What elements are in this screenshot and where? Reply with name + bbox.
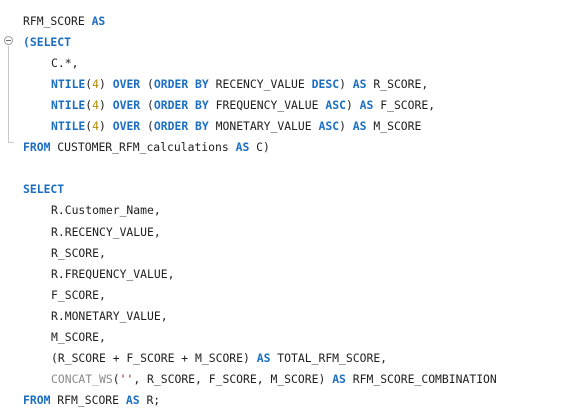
code-line[interactable]: (SELECT	[23, 34, 71, 50]
code-token-id: F_SCORE,	[373, 98, 436, 113]
code-token-kw: AS	[352, 119, 367, 134]
code-token-id: TOTAL_RFM_SCORE,	[270, 350, 388, 365]
code-token-id: R_SCORE,	[51, 245, 106, 260]
code-line[interactable]: R.FREQUENCY_VALUE,	[23, 266, 174, 282]
code-token-kw: NTILE	[51, 77, 86, 92]
code-token-id: )	[99, 77, 113, 92]
code-token-id: )	[339, 119, 353, 134]
code-token-id: R;	[139, 392, 161, 407]
code-token-id: (	[140, 77, 154, 92]
code-token-id: M_SCORE	[366, 119, 422, 134]
code-token-id: RECENCY_VALUE	[208, 77, 312, 92]
code-token-kw: NTILE	[51, 98, 86, 113]
code-line[interactable]: SELECT	[23, 181, 64, 197]
code-token-id: M_SCORE,	[51, 329, 106, 344]
code-token-id: RFM_SCORE_COMBINATION	[345, 371, 497, 386]
code-line[interactable]: NTILE(4) OVER (ORDER BY MONETARY_VALUE A…	[23, 118, 421, 134]
fold-guide-end	[8, 142, 14, 143]
code-token-id: C)	[249, 140, 270, 155]
code-line[interactable]: M_SCORE,	[23, 329, 106, 345]
code-token-kw: ASC	[318, 119, 340, 134]
code-token-id: R.Customer_Name,	[51, 203, 161, 218]
code-token-kw: DESC	[311, 77, 340, 92]
sql-code-editor[interactable]: RFM_SCORE AS (SELECT C.*, NTILE(4) OVER (OR…	[0, 0, 569, 418]
code-line[interactable]: FROM RFM_SCORE AS R;	[23, 392, 160, 408]
code-line[interactable]: R_SCORE,	[23, 245, 106, 261]
code-token-id: FREQUENCY_VALUE	[208, 98, 326, 113]
code-token-id: (	[140, 119, 154, 134]
code-token-id: RFM_SCORE	[23, 14, 92, 28]
code-token-id: (R_SCORE + F_SCORE + M_SCORE)	[51, 350, 257, 365]
code-token-id: )	[99, 98, 113, 113]
code-line[interactable]: NTILE(4) OVER (ORDER BY FREQUENCY_VALUE …	[23, 97, 435, 113]
code-token-kw: ORDER BY	[153, 119, 209, 134]
code-token-kw: AS	[352, 77, 367, 92]
code-token-kw: AS	[125, 392, 140, 407]
code-token-kw: ORDER BY	[153, 98, 209, 113]
fold-guide-line	[8, 46, 9, 142]
code-token-id: CUSTOMER_RFM_calculations	[50, 140, 236, 155]
code-line[interactable]: R.Customer_Name,	[23, 202, 161, 218]
code-token-kw: NTILE	[51, 119, 86, 134]
code-line[interactable]: (R_SCORE + F_SCORE + M_SCORE) AS TOTAL_R…	[23, 350, 387, 366]
code-token-str: ''	[119, 371, 134, 386]
code-token-id: R.RECENCY_VALUE,	[51, 224, 161, 239]
code-token-kw: OVER	[112, 77, 141, 92]
code-token-id: RFM_SCORE	[50, 392, 126, 407]
code-token-kw: SELECT	[23, 182, 65, 197]
code-token-num: 4	[92, 98, 100, 113]
code-line[interactable]: NTILE(4) OVER (ORDER BY RECENCY_VALUE DE…	[23, 76, 428, 92]
code-line[interactable]: C.*,	[23, 55, 78, 71]
code-token-id: )	[345, 98, 360, 113]
code-line[interactable]: CONCAT_WS('', R_SCORE, F_SCORE, M_SCORE)…	[23, 371, 497, 387]
fold-collapse-icon[interactable]	[4, 36, 13, 45]
code-token-kw: AS	[91, 14, 106, 28]
code-token-kw: ASC	[325, 98, 346, 113]
code-token-kw: AS	[235, 140, 250, 155]
code-token-id: R.MONETARY_VALUE,	[51, 308, 168, 323]
editor-gutter	[0, 0, 20, 418]
code-token-id: F_SCORE,	[51, 287, 106, 302]
code-line[interactable]: R.RECENCY_VALUE,	[23, 224, 161, 240]
code-token-id: (	[140, 98, 154, 113]
code-token-dim: CONCAT_WS	[51, 371, 113, 386]
code-line[interactable]: F_SCORE,	[23, 287, 106, 303]
code-token-id: )	[339, 77, 353, 92]
code-token-num: 4	[92, 77, 100, 92]
code-token-kw: OVER	[112, 98, 141, 113]
code-token-num: 4	[92, 119, 100, 134]
code-token-id: )	[99, 119, 113, 134]
code-token-kw: FROM	[23, 140, 51, 155]
code-line[interactable]: RFM_SCORE AS	[23, 13, 105, 29]
code-token-id: , R_SCORE, F_SCORE, M_SCORE)	[133, 371, 333, 386]
code-token-kw: AS	[332, 371, 346, 386]
code-token-id: MONETARY_VALUE	[208, 119, 319, 134]
code-line[interactable]: FROM CUSTOMER_RFM_calculations AS C)	[23, 139, 270, 155]
code-token-kw: AS	[359, 98, 374, 113]
code-token-id: R_SCORE,	[366, 77, 429, 92]
code-line[interactable]: R.MONETARY_VALUE,	[23, 308, 168, 324]
code-token-kw: AS	[256, 350, 271, 365]
code-token-id: C.*,	[51, 56, 79, 71]
code-token-id: (	[112, 371, 120, 386]
code-token-id: R.FREQUENCY_VALUE,	[51, 266, 175, 281]
code-token-kw: FROM	[23, 392, 51, 407]
code-token-kw: ORDER BY	[153, 77, 209, 92]
code-token-kw: (SELECT	[23, 35, 72, 50]
code-token-kw: OVER	[112, 119, 141, 134]
